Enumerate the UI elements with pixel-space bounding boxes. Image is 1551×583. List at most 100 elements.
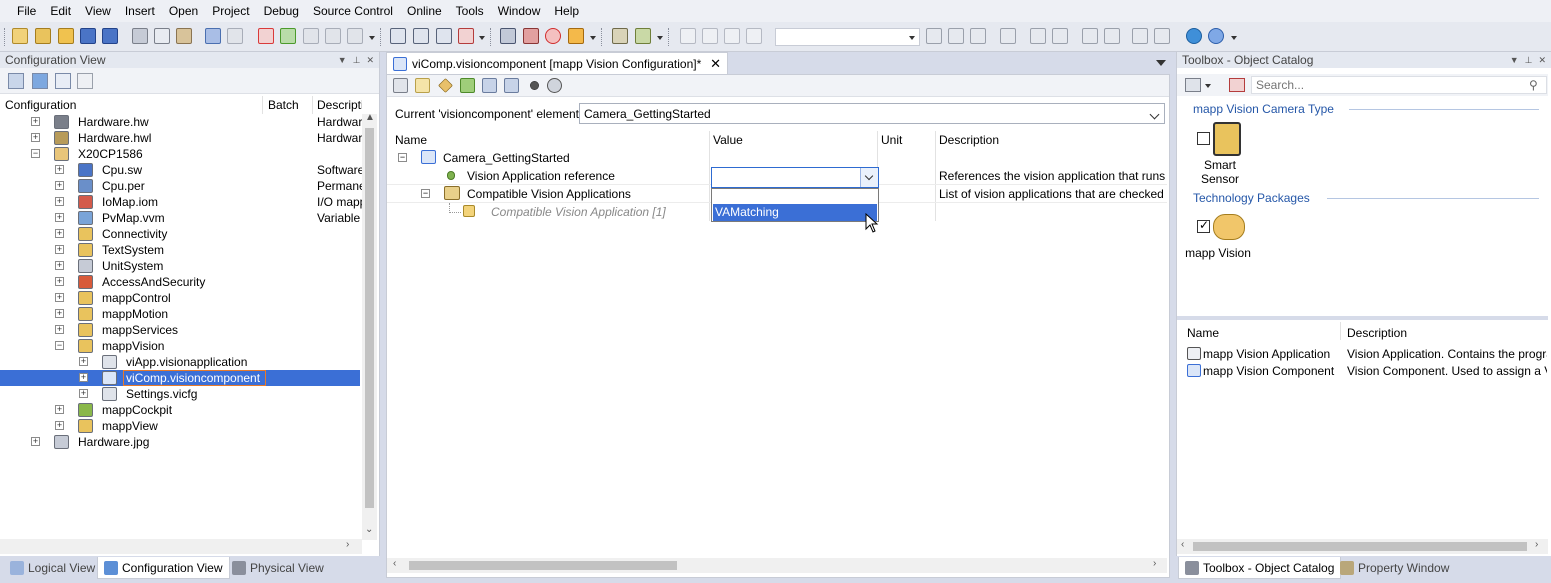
properties-icon[interactable] xyxy=(347,28,363,44)
tree-item[interactable]: − mappVision xyxy=(0,338,360,354)
object-row[interactable]: mapp Vision Application Vision Applicati… xyxy=(1177,346,1548,363)
menu-window[interactable]: Window xyxy=(491,2,548,20)
transfer-icon[interactable] xyxy=(458,28,474,44)
scroll-right-icon[interactable]: › xyxy=(1153,558,1156,569)
column-name[interactable]: Name xyxy=(395,133,427,147)
toolbox-search-input[interactable] xyxy=(1251,76,1547,94)
expand-icon[interactable]: + xyxy=(55,213,64,222)
tree-item[interactable]: + AccessAndSecurity xyxy=(0,274,360,290)
green-elements-icon[interactable] xyxy=(460,78,475,93)
replace-icon[interactable] xyxy=(1000,28,1016,44)
toolbar-overflow-icon[interactable] xyxy=(369,36,375,40)
tree-horizontal-scrollbar[interactable]: › xyxy=(0,539,362,554)
tree-vertical-scrollbar[interactable]: ▲ ⌄ xyxy=(362,112,377,540)
document-tab[interactable]: viComp.visioncomponent [mapp Vision Conf… xyxy=(386,52,728,74)
online-dropdown-icon[interactable] xyxy=(590,36,596,40)
collapse-icon[interactable]: − xyxy=(421,189,430,198)
paste-icon[interactable] xyxy=(176,28,192,44)
add-element-icon[interactable] xyxy=(415,78,430,93)
redo-icon[interactable] xyxy=(227,28,243,44)
clear-filter-icon[interactable] xyxy=(1229,78,1245,92)
expand-icon[interactable]: + xyxy=(79,373,88,382)
column-configuration[interactable]: Configuration xyxy=(5,98,76,112)
smart-sensor-icon[interactable] xyxy=(1213,122,1241,156)
scrollbar-thumb[interactable] xyxy=(365,128,374,508)
settings-icon[interactable] xyxy=(393,78,408,93)
column-description[interactable]: Description xyxy=(939,133,999,147)
tree-item[interactable]: + TextSystem xyxy=(0,242,360,258)
smart-sensor-checkbox[interactable] xyxy=(1197,132,1210,145)
expand-icon[interactable]: + xyxy=(55,261,64,270)
expand-icon[interactable]: + xyxy=(79,389,88,398)
tree-item[interactable]: + Hardware.hwl Hardware xyxy=(0,130,362,146)
find-icon[interactable] xyxy=(926,28,942,44)
scrollbar-thumb[interactable] xyxy=(409,561,677,570)
sort-desc-icon[interactable] xyxy=(1052,28,1068,44)
tab-configuration-view[interactable]: Configuration View xyxy=(97,557,230,579)
mapp-vision-checkbox[interactable] xyxy=(1197,218,1210,233)
tree-item[interactable]: + viApp.visionapplication xyxy=(0,354,360,370)
scroll-right-icon[interactable]: › xyxy=(1535,539,1538,550)
copy-to-icon[interactable] xyxy=(325,28,341,44)
sort-icon[interactable] xyxy=(1030,28,1046,44)
menu-file[interactable]: File xyxy=(10,2,43,20)
build-icon[interactable] xyxy=(390,28,406,44)
dropdown-arrow-icon[interactable] xyxy=(860,168,878,187)
menu-insert[interactable]: Insert xyxy=(118,2,162,20)
move-down-icon[interactable] xyxy=(1104,28,1120,44)
link-icon[interactable] xyxy=(547,78,562,93)
editor-horizontal-scrollbar[interactable]: ‹ › xyxy=(387,558,1167,573)
tab-physical-view[interactable]: Physical View xyxy=(226,557,330,579)
grid-icon[interactable] xyxy=(55,73,71,89)
cube-icon[interactable] xyxy=(32,73,48,89)
tree-item[interactable]: + Cpu.per Permanent xyxy=(0,178,362,194)
tree-item[interactable]: + Cpu.sw Software xyxy=(0,162,362,178)
grid-row-camera[interactable]: − Camera_GettingStarted xyxy=(387,149,1167,167)
scrollbar-thumb[interactable] xyxy=(1193,542,1527,551)
save-all-icon[interactable] xyxy=(102,28,118,44)
tree-item[interactable]: + mappCockpit xyxy=(0,402,360,418)
menu-help[interactable]: Help xyxy=(547,2,586,20)
monitor-icon[interactable] xyxy=(500,28,516,44)
toolbar-grip[interactable] xyxy=(490,28,493,46)
menu-project[interactable]: Project xyxy=(205,2,256,20)
expand-icon[interactable]: + xyxy=(55,293,64,302)
menu-debug[interactable]: Debug xyxy=(257,2,306,20)
open-project-icon[interactable] xyxy=(35,28,51,44)
tree-item[interactable]: + IoMap.iom I/O mapping xyxy=(0,194,362,210)
view-options-dropdown-icon[interactable] xyxy=(1205,84,1211,88)
window-icon[interactable] xyxy=(680,28,696,44)
expand-icon[interactable]: + xyxy=(55,245,64,254)
menu-online[interactable]: Online xyxy=(400,2,449,20)
move-up-icon[interactable] xyxy=(1082,28,1098,44)
scroll-left-icon[interactable]: ‹ xyxy=(393,558,396,569)
tree-item[interactable]: + viComp.visioncomponent xyxy=(0,370,360,386)
column-batch[interactable]: Batch xyxy=(268,98,299,112)
dropdown-option-vamatching[interactable]: VAMatching xyxy=(713,204,877,221)
tree-item[interactable]: + PvMap.vvm Variable m xyxy=(0,210,362,226)
column-value[interactable]: Value xyxy=(713,133,743,147)
view-options-icon[interactable] xyxy=(1185,78,1201,92)
expand-icon[interactable]: + xyxy=(31,117,40,126)
toolbar-grip[interactable] xyxy=(601,28,604,46)
menu-source-control[interactable]: Source Control xyxy=(306,2,400,20)
tree-item[interactable]: + Settings.vicfg xyxy=(0,386,360,402)
scroll-up-icon[interactable]: ▲ xyxy=(365,112,375,123)
toolbar-grip[interactable] xyxy=(4,28,7,46)
diamond-icon[interactable] xyxy=(438,78,453,93)
toolbar-combo[interactable] xyxy=(775,28,920,46)
rebuild-icon[interactable] xyxy=(413,28,429,44)
expand-icon[interactable]: + xyxy=(55,405,64,414)
current-element-select[interactable]: Camera_GettingStarted xyxy=(579,103,1165,124)
expand-icon[interactable]: + xyxy=(55,197,64,206)
panel-menu-icon[interactable]: ▼ xyxy=(338,55,347,66)
new-project-icon[interactable] xyxy=(12,28,28,44)
service-mode-icon[interactable] xyxy=(568,28,584,44)
menu-edit[interactable]: Edit xyxy=(43,2,78,20)
pin-icon[interactable]: ⊥ xyxy=(353,55,361,66)
expand-icon[interactable]: + xyxy=(55,229,64,238)
layout-icon[interactable] xyxy=(77,73,93,89)
uncomment-icon[interactable] xyxy=(724,28,740,44)
debug-dropdown-icon[interactable] xyxy=(657,36,663,40)
open-folder-icon[interactable] xyxy=(58,28,74,44)
